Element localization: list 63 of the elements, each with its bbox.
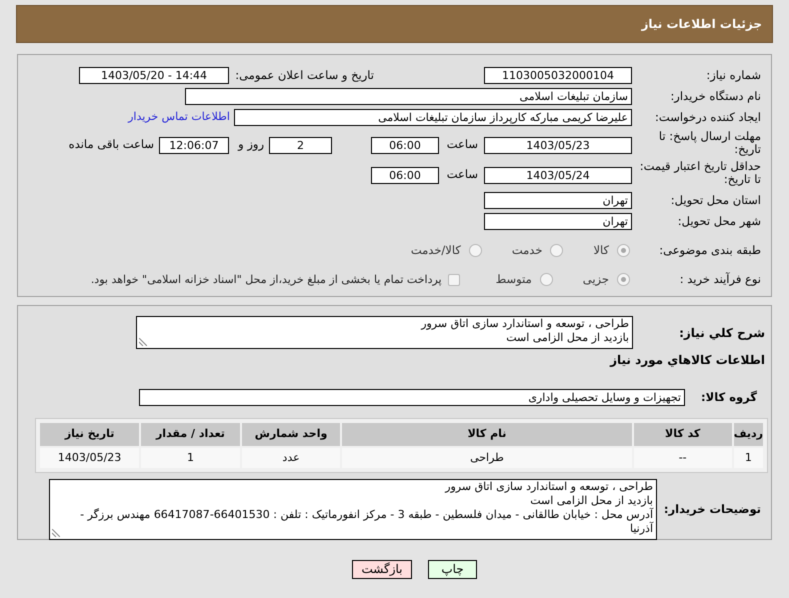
buyer-contact-link[interactable]: اطلاعات تماس خریدار: [128, 109, 230, 126]
time-label: ساعت: [446, 166, 479, 184]
radio-button[interactable]: [550, 244, 564, 258]
option-label: خدمت: [512, 242, 542, 259]
radio-button[interactable]: [617, 273, 630, 286]
area-text: طراحی ، توسعه و استاندارد سازی اتاق سرور بازدید از محل الزامی است: [420, 317, 629, 345]
city-field: تهران: [484, 213, 632, 230]
table-cell: 1: [141, 448, 240, 468]
field-label: استان محل تحویل:: [670, 194, 762, 207]
table-cell: 1: [734, 448, 763, 468]
time-field: 06:00: [371, 136, 439, 154]
page-title: جزئیات اطلاعات نیاز: [641, 16, 762, 33]
payment-note: پرداخت تمام یا بخشی از مبلغ خرید،از محل "اسناد خزانه اسلامی" خواهد بود.: [90, 272, 442, 288]
field-label: نوع فرآیند خرید :: [678, 273, 762, 286]
field-label: مهلت ارسال پاسخ: تا تاریخ:: [658, 130, 762, 156]
radio-button[interactable]: [468, 244, 482, 258]
time-field: 06:00: [371, 166, 439, 184]
field-label: تاریخ و ساعت اعلان عمومی:: [234, 69, 375, 82]
column-header: تعداد / مقدار: [141, 423, 240, 446]
back-button[interactable]: بازگشت: [352, 560, 412, 579]
resize-grip-icon[interactable]: [52, 529, 60, 537]
province-field: تهران: [484, 192, 632, 209]
table-cell: عدد: [242, 448, 340, 468]
column-header: کد کالا: [634, 423, 732, 446]
radio-button[interactable]: [540, 273, 553, 286]
field-label: شهر محل تحویل:: [676, 215, 762, 228]
remaining-label: ساعت باقی مانده: [68, 136, 155, 154]
need-number-field: 1103005032000104: [484, 67, 632, 84]
date-field: 1403/05/23: [484, 136, 632, 154]
column-header: تاریخ نیاز: [40, 423, 140, 446]
checkbox[interactable]: [448, 274, 460, 286]
field-label: شرح کلي نياز:: [678, 325, 766, 342]
announce-date-field: 1403/05/20 - 14:44: [79, 67, 229, 84]
area-text: طراحی ، توسعه و استاندارد سازی اتاق سرور بازدید از محل الزامی است آدرس محل : خیابان طالقانی - میدان فلسطین - طبقه 3 - مرکز انفورماتیک : تلفن : 66401530-66417087 مهندس برزگر - آذرنیا: [79, 480, 653, 536]
table-cell: --: [634, 448, 732, 468]
field-label: حداقل تاریخ اعتبار قیمت: تا تاریخ:: [638, 160, 762, 186]
print-button[interactable]: چاپ: [428, 560, 477, 579]
resize-grip-icon[interactable]: [139, 338, 147, 346]
field-label: گروه کالا:: [700, 391, 758, 404]
column-header: واحد شمارش: [242, 423, 340, 446]
table-cell: 1403/05/23: [40, 448, 140, 468]
field-label: طبقه بندی موضوعی:: [658, 244, 762, 258]
requester-field: علیرضا کریمی مبارکه کارپرداز سازمان تبلیغات اسلامی: [234, 109, 632, 126]
time-label: ساعت: [446, 136, 479, 154]
field-label: نام دستگاه خریدار:: [669, 90, 762, 103]
date-field: 1403/05/24: [484, 166, 632, 184]
column-header: ردیف: [734, 423, 763, 446]
goods-group-field: تجهیزات و وسایل تحصیلی واداری: [139, 389, 685, 406]
buyer-org-field: سازمان تبلیغات اسلامی: [185, 88, 632, 105]
field-label: توضیحات خریدار:: [662, 503, 762, 516]
option-label: جزیی: [582, 271, 609, 288]
option-label: کالا: [593, 242, 609, 259]
field-label: شماره نیاز:: [705, 69, 762, 82]
radio-button[interactable]: [617, 244, 630, 258]
option-label: متوسط: [496, 271, 532, 288]
field-label: ایجاد کننده درخواست:: [654, 111, 762, 124]
remaining-time-field: 12:06:07: [159, 136, 229, 154]
days-field: 2: [269, 136, 332, 154]
table-cell: طراحی: [342, 448, 632, 468]
days-label: روز و: [236, 136, 265, 154]
option-label: کالا/خدمت: [410, 242, 461, 259]
column-header: نام کالا: [342, 423, 632, 446]
section-heading: اطلاعات کالاهاي مورد نياز: [610, 352, 766, 369]
